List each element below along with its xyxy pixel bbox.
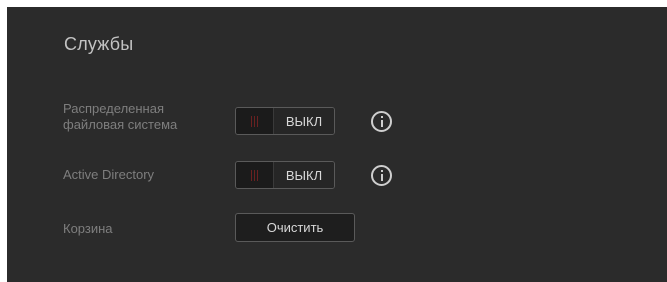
info-icon[interactable] [371,165,392,186]
clear-recycle-bin-button[interactable]: Очистить [235,213,355,242]
dfs-toggle[interactable]: ВЫКЛ [235,107,335,135]
info-icon[interactable] [371,111,392,132]
active-directory-label: Active Directory [63,167,155,182]
recycle-bin-label: Корзина [63,221,113,236]
active-directory-toggle-state: ВЫКЛ [274,162,334,188]
active-directory-toggle[interactable]: ВЫКЛ [235,161,335,189]
dfs-toggle-state: ВЫКЛ [274,108,334,134]
section-title: Службы [64,34,134,54]
dfs-label-line1: Распределенная [63,101,165,116]
dfs-label-line2: файловая система [63,117,178,132]
grip-lines-icon [236,108,274,134]
dfs-label: Распределенная файловая система [63,101,177,133]
services-panel: Службы Распределенная файловая система В… [7,7,667,282]
grip-lines-icon [236,162,274,188]
